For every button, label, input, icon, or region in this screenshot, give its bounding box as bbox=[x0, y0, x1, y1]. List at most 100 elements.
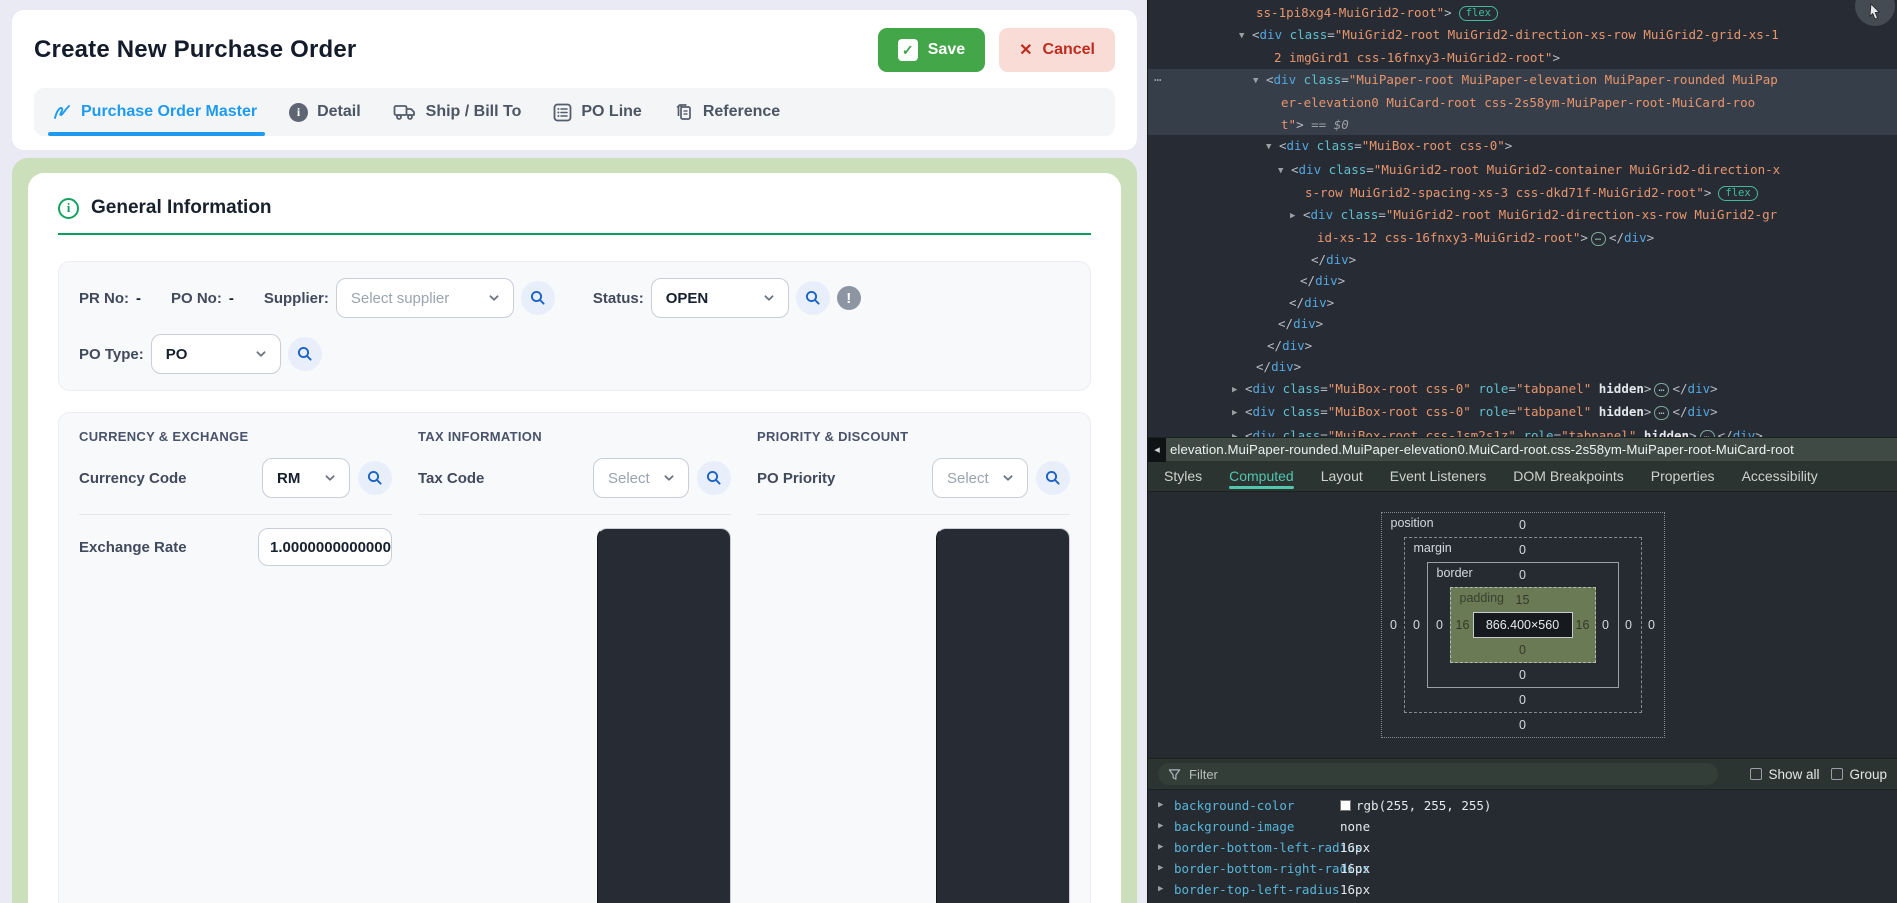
column-field-input[interactable]: 1.0000000000000 bbox=[258, 528, 392, 566]
column-select-label: Currency Code bbox=[79, 470, 254, 487]
more-actions-icon[interactable]: ⋯ bbox=[1154, 69, 1163, 91]
expand-arrow-open-icon[interactable]: ▼ bbox=[1278, 161, 1291, 183]
devtools-tab-event-listeners[interactable]: Event Listeners bbox=[1390, 461, 1487, 491]
chevron-down-icon bbox=[760, 289, 778, 307]
box-model-padding-label: padding bbox=[1460, 591, 1505, 605]
breadcrumb-back-button[interactable]: ◂ bbox=[1148, 438, 1166, 462]
computed-property-row[interactable]: ▶background-imagenone bbox=[1148, 816, 1897, 837]
tab-reference[interactable]: Reference bbox=[674, 88, 780, 136]
flex-badge[interactable]: flex bbox=[1459, 6, 1498, 21]
expand-arrow-closed-icon[interactable]: ▶ bbox=[1232, 380, 1245, 402]
column-search-button[interactable] bbox=[358, 461, 392, 495]
expand-arrow-closed-icon[interactable]: ▶ bbox=[1158, 837, 1174, 858]
column-select[interactable]: Select bbox=[932, 458, 1028, 498]
collapsed-content-icon[interactable]: … bbox=[1654, 383, 1669, 397]
dom-tree-row[interactable]: </div> bbox=[1148, 356, 1897, 378]
devtools-tab-computed[interactable]: Computed bbox=[1229, 461, 1294, 491]
expand-arrow-open-icon[interactable]: ▼ bbox=[1253, 71, 1266, 93]
column-field-input[interactable]: .0000 bbox=[597, 528, 731, 903]
devtools-tab-layout[interactable]: Layout bbox=[1321, 461, 1363, 491]
computed-property-row[interactable]: ▶background-colorrgb(255, 255, 255) bbox=[1148, 795, 1897, 816]
dom-tree-row[interactable]: 2 imgGird1 css-16fnxy3-MuiGrid2-root"> bbox=[1148, 47, 1897, 69]
dom-tree-row[interactable]: ▼<div class="MuiGrid2-root MuiGrid2-cont… bbox=[1148, 159, 1897, 183]
devtools-tab-dom-breakpoints[interactable]: DOM Breakpoints bbox=[1513, 461, 1623, 491]
dom-tree-row[interactable]: ▼<div class="MuiBox-root css-0"> bbox=[1148, 135, 1897, 159]
expand-arrow-open-icon[interactable]: ▼ bbox=[1266, 137, 1279, 159]
expand-arrow-closed-icon[interactable]: ▶ bbox=[1290, 206, 1303, 228]
chevron-down-icon bbox=[999, 469, 1017, 487]
expand-arrow-closed-icon[interactable]: ▶ bbox=[1158, 858, 1174, 879]
dom-tree-row[interactable]: ▼<div class="MuiGrid2-root MuiGrid2-dire… bbox=[1148, 24, 1897, 48]
expand-arrow-closed-icon[interactable]: ▶ bbox=[1158, 795, 1174, 816]
dom-tree-row[interactable]: ⋯▼<div class="MuiPaper-root MuiPaper-ele… bbox=[1148, 69, 1897, 93]
tab-ship-bill-to[interactable]: Ship / Bill To bbox=[393, 88, 522, 136]
search-icon bbox=[1044, 469, 1062, 487]
column-search-button[interactable] bbox=[1036, 461, 1070, 495]
collapsed-content-icon[interactable]: … bbox=[1591, 232, 1606, 246]
column-select[interactable]: Select bbox=[593, 458, 689, 498]
dom-tree-row[interactable]: ▶<div class="MuiBox-root css-0" role="ta… bbox=[1148, 378, 1897, 402]
tab-label: Ship / Bill To bbox=[426, 103, 522, 121]
expand-arrow-closed-icon[interactable]: ▶ bbox=[1232, 427, 1245, 438]
po-no-label: PO No: bbox=[171, 290, 222, 307]
tab-detail[interactable]: iDetail bbox=[289, 88, 361, 136]
dom-tree-row[interactable]: ss-1pi8xg4-MuiGrid2-root">flex bbox=[1148, 2, 1897, 24]
dom-tree-row[interactable]: er-elevation0 MuiCard-root css-2s58ym-Mu… bbox=[1148, 92, 1897, 114]
cancel-button[interactable]: ✕ Cancel bbox=[999, 28, 1115, 72]
dom-tree-row[interactable]: s-row MuiGrid2-spacing-xs-3 css-dkd71f-M… bbox=[1148, 182, 1897, 204]
devtools-tab-accessibility[interactable]: Accessibility bbox=[1742, 461, 1818, 491]
po-header-fieldset: PR No: - PO No: - Supplier: Select suppl… bbox=[58, 261, 1091, 391]
column-select[interactable]: RM bbox=[262, 458, 350, 498]
expand-arrow-open-icon[interactable]: ▼ bbox=[1239, 26, 1252, 48]
group-label: Group bbox=[1849, 767, 1887, 782]
flex-badge[interactable]: flex bbox=[1718, 186, 1757, 201]
supplier-select[interactable]: Select supplier bbox=[336, 278, 514, 318]
devtools-tab-properties[interactable]: Properties bbox=[1651, 461, 1715, 491]
column-search-button[interactable] bbox=[697, 461, 731, 495]
computed-property-row[interactable]: ▶border-top-left-radius16px bbox=[1148, 879, 1897, 900]
filter-input[interactable]: Filter bbox=[1158, 763, 1718, 785]
status-select[interactable]: OPEN bbox=[651, 278, 789, 318]
dom-tree-row[interactable]: </div> bbox=[1148, 292, 1897, 314]
dom-tree-row[interactable]: ▶<div class="MuiBox-root css-1sm2s1z" ro… bbox=[1148, 425, 1897, 438]
tab-panel: i General Information PR No: - PO No: - bbox=[12, 158, 1137, 903]
save-button[interactable]: ✓ Save bbox=[878, 28, 985, 72]
dom-tree-row[interactable]: ▶<div class="MuiGrid2-root MuiGrid2-dire… bbox=[1148, 204, 1897, 228]
status-search-button[interactable] bbox=[796, 281, 830, 315]
fieldset-column: PRIORITY & DISCOUNTPO PrioritySelectDisc… bbox=[757, 429, 1070, 903]
dom-tree-row[interactable]: id-xs-12 css-16fnxy3-MuiGrid2-root">…</d… bbox=[1148, 227, 1897, 249]
collapsed-content-icon[interactable]: … bbox=[1700, 430, 1715, 438]
dom-tree-row[interactable]: </div> bbox=[1148, 249, 1897, 271]
devtools-tab-styles[interactable]: Styles bbox=[1164, 461, 1202, 491]
border-bottom-value: 0 bbox=[1430, 663, 1616, 687]
breadcrumb: elevation.MuiPaper-rounded.MuiPaper-elev… bbox=[1166, 442, 1794, 457]
expand-arrow-closed-icon[interactable]: ▶ bbox=[1158, 879, 1174, 900]
po-no-value: - bbox=[229, 290, 234, 307]
column-field-input[interactable]: .00 bbox=[936, 528, 1070, 903]
show-all-checkbox[interactable] bbox=[1750, 768, 1762, 780]
devtools-tab-bar: Styles Computed Layout Event Listeners DOM B… bbox=[1148, 461, 1897, 492]
dom-tree-row[interactable]: </div> bbox=[1148, 270, 1897, 292]
tab-po-line[interactable]: PO Line bbox=[553, 88, 641, 136]
dom-tree-row[interactable]: ▶<div class="MuiBox-root css-0" role="ta… bbox=[1148, 401, 1897, 425]
expand-arrow-closed-icon[interactable]: ▶ bbox=[1158, 816, 1174, 837]
supplier-search-button[interactable] bbox=[521, 281, 555, 315]
group-checkbox[interactable] bbox=[1831, 768, 1843, 780]
filter-funnel-icon bbox=[1168, 768, 1181, 781]
dom-tree-row[interactable]: </div> bbox=[1148, 313, 1897, 335]
dom-tree-row[interactable]: </div> bbox=[1148, 335, 1897, 357]
property-value: none bbox=[1340, 816, 1370, 837]
dom-tree-row[interactable]: t"> == $0 bbox=[1148, 114, 1897, 136]
padding-left-value: 16 bbox=[1453, 618, 1473, 632]
chevron-down-icon bbox=[660, 469, 678, 487]
search-icon bbox=[529, 289, 547, 307]
collapsed-content-icon[interactable]: … bbox=[1654, 406, 1669, 420]
expand-arrow-closed-icon[interactable]: ▶ bbox=[1232, 403, 1245, 425]
po-type-select[interactable]: PO bbox=[151, 334, 281, 374]
computed-property-row[interactable]: ▶border-bottom-right-radius16px bbox=[1148, 858, 1897, 879]
computed-property-row[interactable]: ▶border-bottom-left-radius16px bbox=[1148, 837, 1897, 858]
po-type-search-button[interactable] bbox=[288, 337, 322, 371]
property-value: 16px bbox=[1340, 879, 1370, 900]
search-icon bbox=[296, 345, 314, 363]
tab-purchase-order-master[interactable]: Purchase Order Master bbox=[52, 88, 257, 136]
